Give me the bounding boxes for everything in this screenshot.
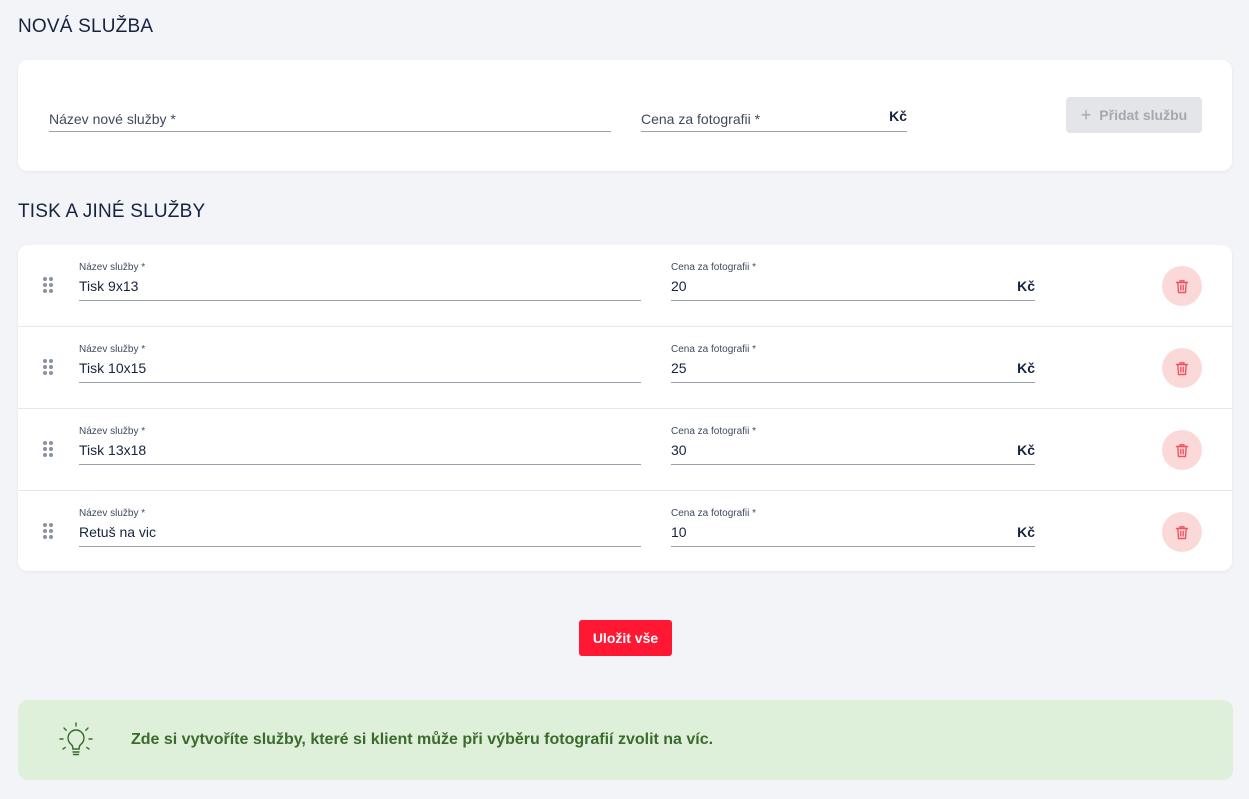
service-name-label: Název služby * (79, 508, 146, 519)
service-price-label: Cena za fotografii * (671, 344, 757, 355)
trash-icon (1175, 443, 1189, 457)
drag-handle-icon[interactable] (43, 359, 53, 375)
service-price-field[interactable]: Cena za fotografii * 10 Kč (671, 508, 1035, 547)
services-title: TISK A JINÉ SLUŽBY (18, 201, 206, 222)
service-name-label: Název služby * (79, 344, 146, 355)
delete-service-button[interactable] (1162, 348, 1202, 388)
service-row: Název služby * Tisk 10x15 Cena za fotograf… (18, 327, 1232, 409)
service-name-field[interactable]: Název služby * Tisk 10x15 (79, 344, 641, 383)
services-list: Název služby * Tisk 9x13 Cena za fotografi… (18, 245, 1232, 571)
service-name-field[interactable]: Název služby * Tisk 13x18 (79, 426, 641, 465)
currency-suffix: Kč (1017, 524, 1035, 540)
tip-banner: Zde si vytvoříte služby, které si klient… (18, 700, 1233, 780)
currency-suffix: Kč (1017, 278, 1035, 294)
tip-text: Zde si vytvoříte služby, které si klient… (131, 731, 714, 748)
delete-service-button[interactable] (1162, 266, 1202, 306)
save-all-button[interactable]: Uložit vše (579, 620, 672, 656)
new-service-price-placeholder: Cena za fotografii * (641, 111, 761, 127)
new-service-name-placeholder: Název nové služby * (49, 111, 176, 127)
service-price-field[interactable]: Cena za fotografii * 25 Kč (671, 344, 1035, 383)
service-price-value: 20 (671, 278, 687, 294)
service-name-value: Retuš na vic (79, 524, 157, 540)
delete-service-button[interactable] (1162, 430, 1202, 470)
drag-handle-icon[interactable] (43, 441, 53, 457)
service-price-field[interactable]: Cena za fotografii * 20 Kč (671, 262, 1035, 301)
service-name-value: Tisk 13x18 (79, 442, 147, 458)
service-price-value: 30 (671, 442, 687, 458)
service-name-field[interactable]: Název služby * Tisk 9x13 (79, 262, 641, 301)
new-service-title: NOVÁ SLUŽBA (18, 16, 154, 37)
trash-icon (1175, 279, 1189, 293)
trash-icon (1175, 361, 1189, 375)
service-name-value: Tisk 10x15 (79, 360, 147, 376)
service-price-label: Cena za fotografii * (671, 426, 757, 437)
drag-handle-icon[interactable] (43, 277, 53, 293)
service-name-label: Název služby * (79, 262, 146, 273)
drag-handle-icon[interactable] (43, 523, 53, 539)
new-service-name-input[interactable]: Název nové služby * (49, 100, 611, 132)
delete-service-button[interactable] (1162, 512, 1202, 552)
new-service-card: Název nové služby * Cena za fotografii *… (18, 60, 1232, 171)
lightbulb-icon (59, 722, 93, 756)
service-price-value: 25 (671, 360, 687, 376)
service-name-label: Název služby * (79, 426, 146, 437)
trash-icon (1175, 525, 1189, 539)
currency-suffix: Kč (1017, 442, 1035, 458)
add-service-button[interactable]: + Přidat službu (1066, 97, 1202, 133)
service-price-label: Cena za fotografii * (671, 262, 757, 273)
service-price-label: Cena za fotografii * (671, 508, 757, 519)
service-row: Název služby * Tisk 9x13 Cena za fotografi… (18, 245, 1232, 327)
add-service-label: Přidat službu (1099, 107, 1188, 123)
service-name-field[interactable]: Název služby * Retuš na vic (79, 508, 641, 547)
service-row: Název služby * Tisk 13x18 Cena za fotograf… (18, 409, 1232, 491)
service-price-value: 10 (671, 524, 687, 540)
new-service-price-input[interactable]: Cena za fotografii * Kč (641, 100, 907, 132)
currency-suffix: Kč (1017, 360, 1035, 376)
currency-suffix: Kč (889, 108, 907, 124)
plus-icon: + (1080, 105, 1092, 125)
service-row: Název služby * Retuš na vic Cena za fotogr… (18, 491, 1232, 571)
service-price-field[interactable]: Cena za fotografii * 30 Kč (671, 426, 1035, 465)
service-name-value: Tisk 9x13 (79, 278, 139, 294)
